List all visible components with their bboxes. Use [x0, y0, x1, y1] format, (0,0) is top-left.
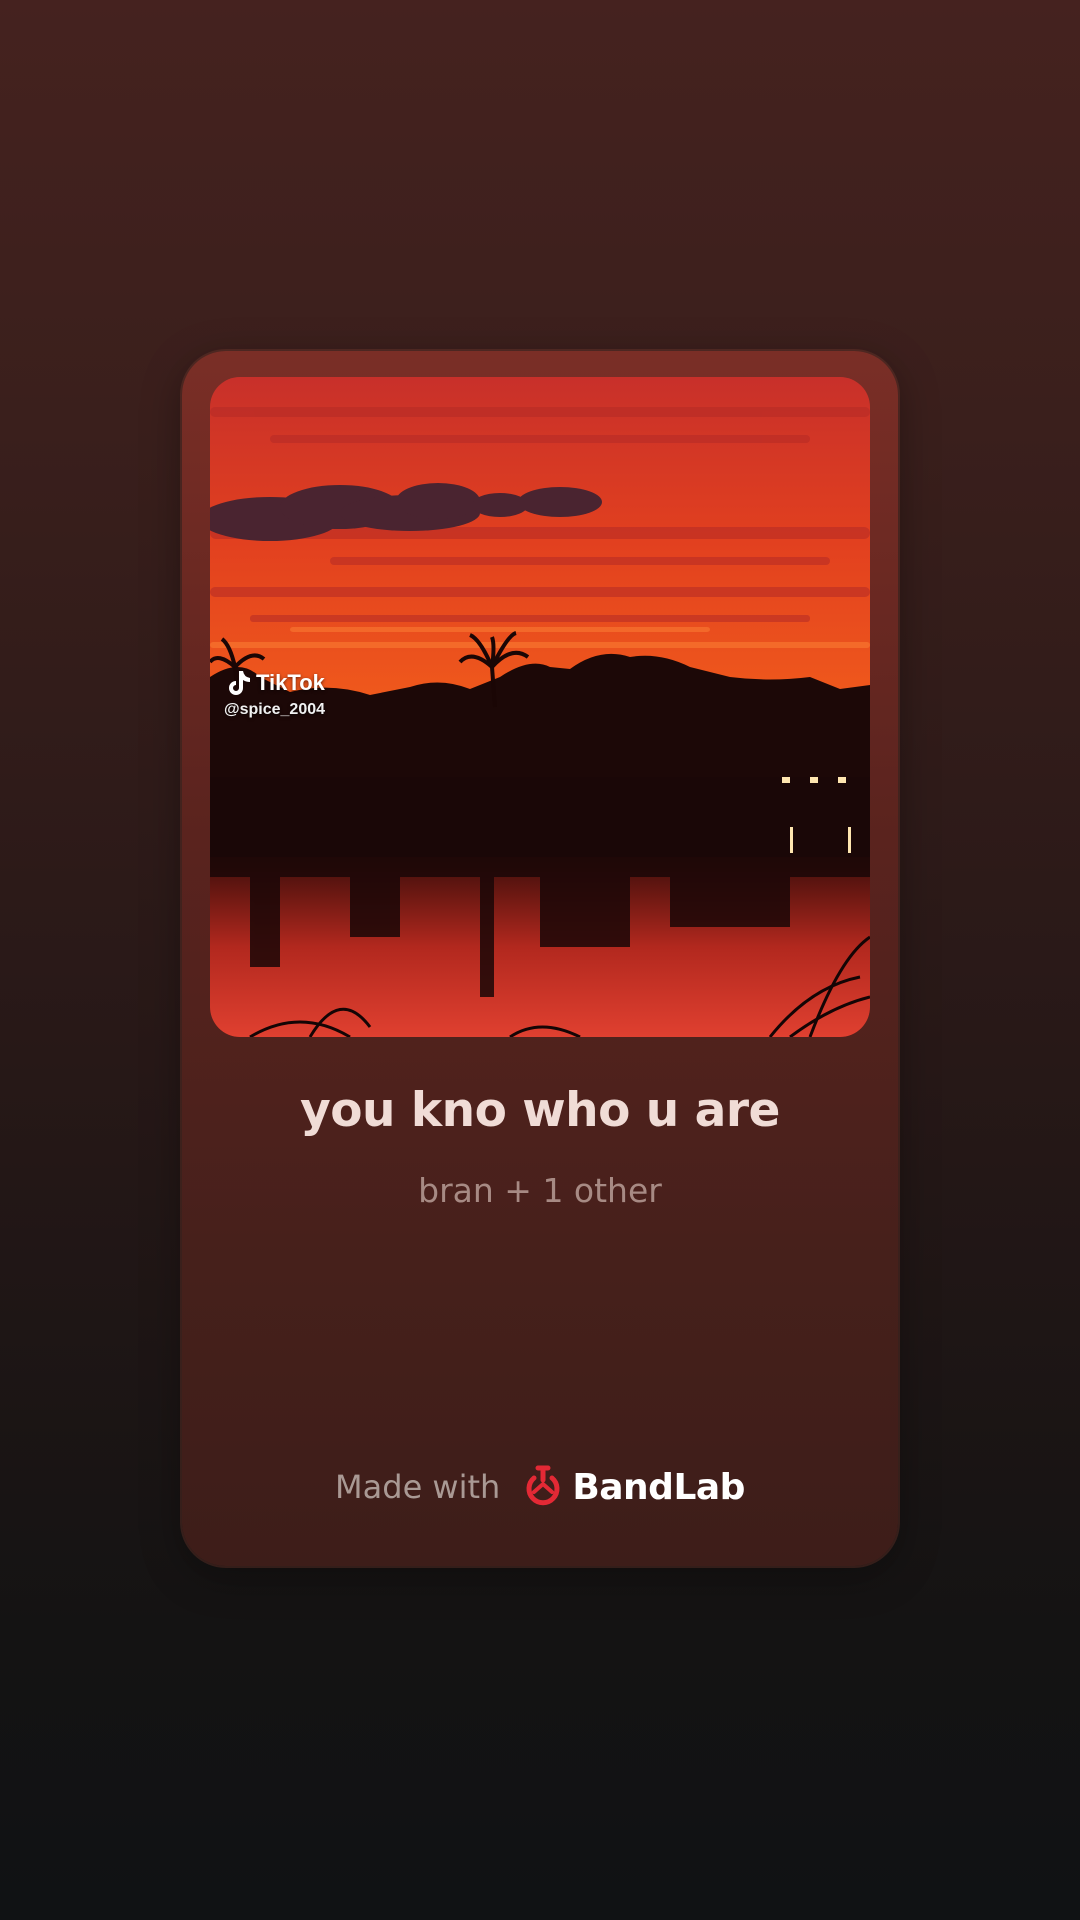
- track-title: you kno who u are: [300, 1083, 780, 1138]
- bandlab-logo-icon: [522, 1464, 564, 1510]
- tiktok-handle: @spice_2004: [224, 701, 326, 718]
- bandlab-brand[interactable]: BandLab: [522, 1464, 745, 1510]
- tiktok-watermark: TikTok @spice_2004: [224, 669, 326, 719]
- tiktok-note-icon: [226, 669, 252, 697]
- bandlab-wordmark: BandLab: [572, 1466, 745, 1508]
- made-with-footer: Made with BandLab: [182, 1464, 898, 1510]
- track-artist[interactable]: bran + 1 other: [182, 1171, 898, 1210]
- share-card: TikTok @spice_2004 you kno who u are bra…: [182, 351, 898, 1566]
- made-with-label: Made with: [335, 1468, 501, 1506]
- cover-artwork[interactable]: TikTok @spice_2004: [210, 377, 870, 1037]
- tiktok-brand: TikTok: [256, 670, 325, 695]
